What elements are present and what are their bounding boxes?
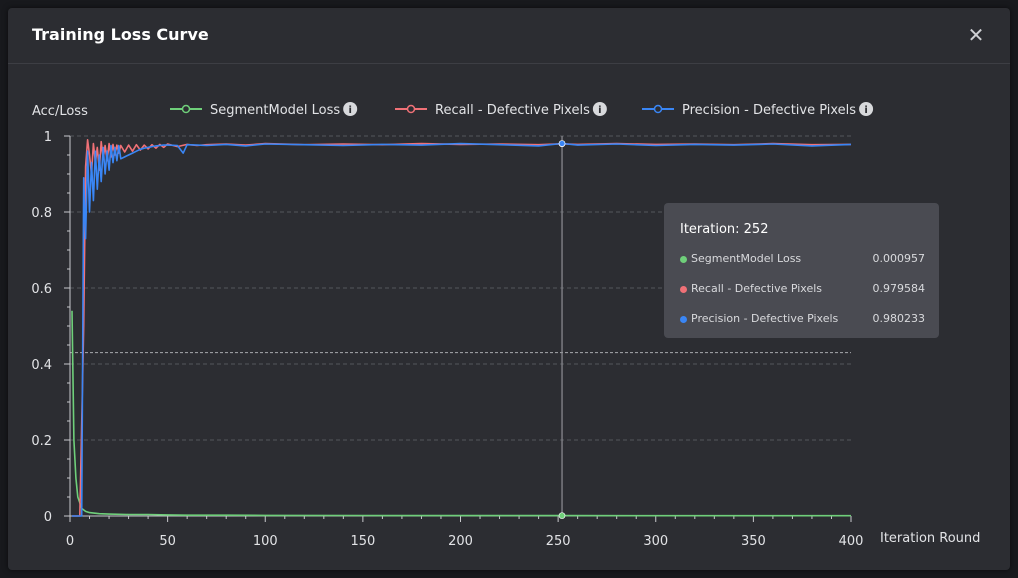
legend-label-1: Recall - Defective Pixels [435, 103, 590, 118]
series-line-0 [71, 310, 851, 517]
x-tick-label: 50 [159, 534, 176, 549]
tooltip-value: 0.979584 [872, 282, 926, 295]
tooltip-value: 0.000957 [872, 252, 926, 265]
y-tick-label: 0.8 [31, 206, 52, 221]
tooltip-row-loss: SegmentModel Loss 0.000957 [680, 252, 925, 268]
hover-point [558, 512, 566, 519]
tooltip-label: Recall - Defective Pixels [691, 282, 823, 295]
x-tick-label: 350 [741, 534, 766, 549]
legend-swatch-marker [181, 104, 191, 114]
legend-label-2: Precision - Defective Pixels [682, 103, 856, 118]
tooltip-dot-loss [680, 256, 687, 263]
y-tick-label: 0.2 [31, 434, 52, 449]
y-tick-label: 0.6 [31, 282, 52, 297]
tooltip-row-precision: Precision - Defective Pixels 0.980233 [680, 312, 925, 328]
tooltip-row-recall: Recall - Defective Pixels 0.979584 [680, 282, 925, 298]
y-tick-label: 0 [44, 510, 52, 525]
y-tick-label: 0.4 [31, 358, 52, 373]
x-tick-label: 150 [350, 534, 375, 549]
info-icon-glyph: i [864, 105, 867, 116]
y-tick-label: 1 [44, 130, 52, 145]
x-tick-label: 250 [546, 534, 571, 549]
x-axis-label: Iteration Round [880, 531, 980, 546]
tooltip-title: Iteration: 252 [680, 222, 769, 237]
y-axis-label: Acc/Loss [32, 104, 88, 119]
legend-swatch-marker [653, 104, 663, 114]
tooltip-dot-recall [680, 286, 687, 293]
legend-swatch-marker [406, 104, 416, 114]
hover-point [558, 140, 566, 147]
info-icon-glyph: i [598, 105, 601, 116]
tooltip-label: Precision - Defective Pixels [691, 312, 839, 325]
x-tick-label: 200 [448, 534, 473, 549]
x-tick-label: 100 [253, 534, 278, 549]
chart-tooltip: Iteration: 252 SegmentModel Loss 0.00095… [664, 203, 939, 338]
x-tick-label: 300 [643, 534, 668, 549]
info-icon-glyph: i [348, 105, 351, 116]
tooltip-dot-precision [680, 316, 687, 323]
x-tick-label: 0 [66, 534, 74, 549]
legend-label-0: SegmentModel Loss [210, 103, 340, 118]
tooltip-value: 0.980233 [872, 312, 926, 325]
x-tick-label: 400 [839, 534, 864, 549]
tooltip-label: SegmentModel Loss [691, 252, 802, 265]
